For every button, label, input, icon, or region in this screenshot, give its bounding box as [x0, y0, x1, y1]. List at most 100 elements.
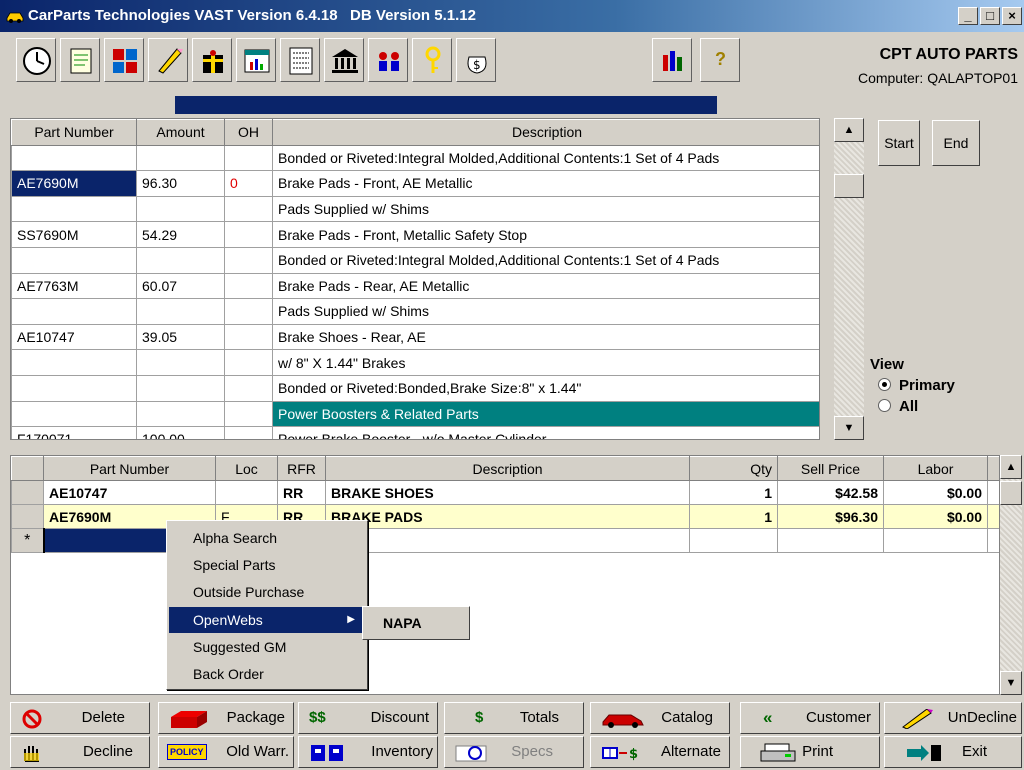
col-rfr[interactable]: RFR — [277, 456, 326, 481]
key-icon[interactable] — [412, 38, 452, 82]
table-row[interactable]: AE7690M F RR BRAKE PADS 1 $96.30 $0.00 0 — [11, 504, 999, 529]
totals-button[interactable]: $ Totals — [444, 702, 584, 734]
delete-button[interactable]: Delete — [10, 702, 150, 734]
table-row[interactable]: AE7690M 96.30 0 Brake Pads - Front, AE Meta… — [11, 170, 819, 197]
help-icon[interactable]: ? — [700, 38, 740, 82]
list-icon[interactable] — [280, 38, 320, 82]
row-selector[interactable] — [11, 480, 44, 505]
col-part-number[interactable]: Part Number — [11, 119, 137, 146]
scroll-thumb[interactable] — [1000, 481, 1022, 505]
table-row[interactable]: Pads Supplied w/ Shims — [11, 298, 819, 325]
col-labor[interactable]: Labor — [883, 456, 988, 481]
customer-button[interactable]: « Customer — [740, 702, 880, 734]
table-row[interactable]: F170071 100.00 Power Brake Booster - w/o M… — [11, 426, 819, 439]
people-icon[interactable] — [368, 38, 408, 82]
scroll-down-icon[interactable]: ▼ — [834, 416, 864, 440]
notepad-icon[interactable] — [60, 38, 100, 82]
menu-item-alpha-search[interactable]: Alpha Search — [169, 525, 365, 551]
cell-loc[interactable] — [215, 480, 278, 505]
cell-qty[interactable]: 1 — [689, 480, 778, 505]
col-loc[interactable]: Loc — [215, 456, 278, 481]
cell-desc[interactable]: BRAKE PADS — [325, 504, 690, 529]
decline-label: Decline — [82, 743, 133, 760]
scroll-up-icon[interactable]: ▲ — [1000, 455, 1022, 479]
undecline-button[interactable]: UnDecline — [884, 702, 1022, 734]
radio-all[interactable]: All — [878, 398, 955, 415]
close-button[interactable]: × — [1002, 7, 1022, 25]
scroll-up-icon[interactable]: ▲ — [834, 118, 864, 142]
cell-labor[interactable] — [883, 528, 988, 553]
gift-icon[interactable] — [192, 38, 232, 82]
table-row[interactable]: Bonded or Riveted:Bonded,Brake Size:8" x… — [11, 374, 819, 402]
table-row[interactable]: Power Boosters & Related Parts — [11, 400, 819, 428]
col-description[interactable]: Description — [325, 456, 690, 481]
radio-primary[interactable]: Primary — [878, 377, 955, 394]
bank-icon[interactable] — [324, 38, 364, 82]
col-oh[interactable]: OH — [224, 119, 273, 146]
old-warranty-button[interactable]: POLICY Old Warr. — [158, 736, 294, 768]
money-bag-icon[interactable]: $ — [456, 38, 496, 82]
cell-price[interactable] — [777, 528, 884, 553]
radio-primary-indicator[interactable] — [878, 378, 891, 391]
submenu-item-napa[interactable]: NAPA — [383, 615, 422, 631]
col-sell-price[interactable]: Sell Price — [777, 456, 884, 481]
menu-item-special-parts[interactable]: Special Parts — [169, 552, 365, 578]
minimize-button[interactable]: _ — [958, 7, 978, 25]
table-row[interactable]: w/ 8" X 1.44" Brakes — [11, 349, 819, 376]
table-row[interactable]: Bonded or Riveted:Integral Molded,Additi… — [11, 144, 819, 172]
users-icon[interactable] — [652, 38, 692, 82]
title-bar[interactable]: CarParts Technologies VAST Version 6.4.1… — [0, 0, 1024, 32]
alternate-button[interactable]: $ Alternate — [590, 736, 730, 768]
menu-item-outside-purchase[interactable]: Outside Purchase — [169, 579, 365, 605]
end-button[interactable]: End — [932, 120, 980, 166]
scroll-thumb[interactable] — [834, 174, 864, 198]
clock-icon[interactable] — [16, 38, 56, 82]
col-oh[interactable]: OH — [987, 456, 999, 481]
col-qty[interactable]: Qty — [689, 456, 778, 481]
puzzle-icon[interactable] — [104, 38, 144, 82]
cell-desc[interactable] — [325, 528, 690, 553]
cell-labor[interactable]: $0.00 — [883, 504, 988, 529]
lower-scrollbar[interactable]: ▲ ▼ — [1000, 455, 1022, 695]
view-group: View Primary All — [870, 356, 955, 415]
inventory-button[interactable]: Inventory — [298, 736, 438, 768]
col-amount[interactable]: Amount — [136, 119, 225, 146]
parts-lookup-grid[interactable]: Part Number Amount OH Description Bonded… — [10, 118, 820, 440]
decline-button[interactable]: Decline — [10, 736, 150, 768]
table-row[interactable]: Bonded or Riveted:Integral Molded,Additi… — [11, 246, 819, 274]
maximize-button[interactable]: □ — [980, 7, 1000, 25]
cell-desc[interactable]: BRAKE SHOES — [325, 480, 690, 505]
exit-button[interactable]: Exit — [884, 736, 1022, 768]
cell-labor[interactable]: $0.00 — [883, 480, 988, 505]
package-button[interactable]: Package — [158, 702, 294, 734]
col-description[interactable]: Description — [272, 119, 819, 146]
table-row[interactable]: AE10747 RR BRAKE SHOES 1 $42.58 $0.00 0 — [11, 480, 999, 505]
table-row[interactable]: AE10747 39.05 Brake Shoes - Rear, AE — [11, 323, 819, 351]
row-selector[interactable] — [11, 504, 44, 529]
calendar-chart-icon[interactable] — [236, 38, 276, 82]
menu-item-back-order[interactable]: Back Order — [169, 661, 365, 687]
col-part-number[interactable]: Part Number — [43, 456, 216, 481]
cell-qty[interactable]: 1 — [689, 504, 778, 529]
table-row[interactable]: Pads Supplied w/ Shims — [11, 195, 819, 223]
cell-qty[interactable] — [689, 528, 778, 553]
cell-rfr[interactable]: RR — [277, 480, 326, 505]
cell-part[interactable]: AE10747 — [43, 480, 216, 505]
scroll-down-icon[interactable]: ▼ — [1000, 671, 1022, 695]
start-button[interactable]: Start — [878, 120, 920, 166]
table-row[interactable]: SS7690M 54.29 Brake Pads - Front, Metallic… — [11, 221, 819, 248]
col-row-selector — [11, 456, 44, 481]
menu-item-suggested-gm[interactable]: Suggested GM — [169, 634, 365, 660]
discount-button[interactable]: $$ Discount — [298, 702, 438, 734]
print-button[interactable]: Print — [740, 736, 880, 768]
invoice-grid[interactable]: Part Number Loc RFR Description Qty Sell… — [10, 455, 1000, 695]
table-row-new[interactable]: * — [11, 528, 999, 553]
radio-all-indicator[interactable] — [878, 399, 891, 412]
cell-price[interactable]: $42.58 — [777, 480, 884, 505]
menu-item-openwebs[interactable]: OpenWebs ▶ — [169, 607, 365, 633]
cell-price[interactable]: $96.30 — [777, 504, 884, 529]
catalog-button[interactable]: Catalog — [590, 702, 730, 734]
table-row[interactable]: AE7763M 60.07 Brake Pads - Rear, AE Metall… — [11, 272, 819, 300]
pencil-icon[interactable] — [148, 38, 188, 82]
upper-scrollbar[interactable]: ▲ ▼ — [834, 118, 864, 440]
